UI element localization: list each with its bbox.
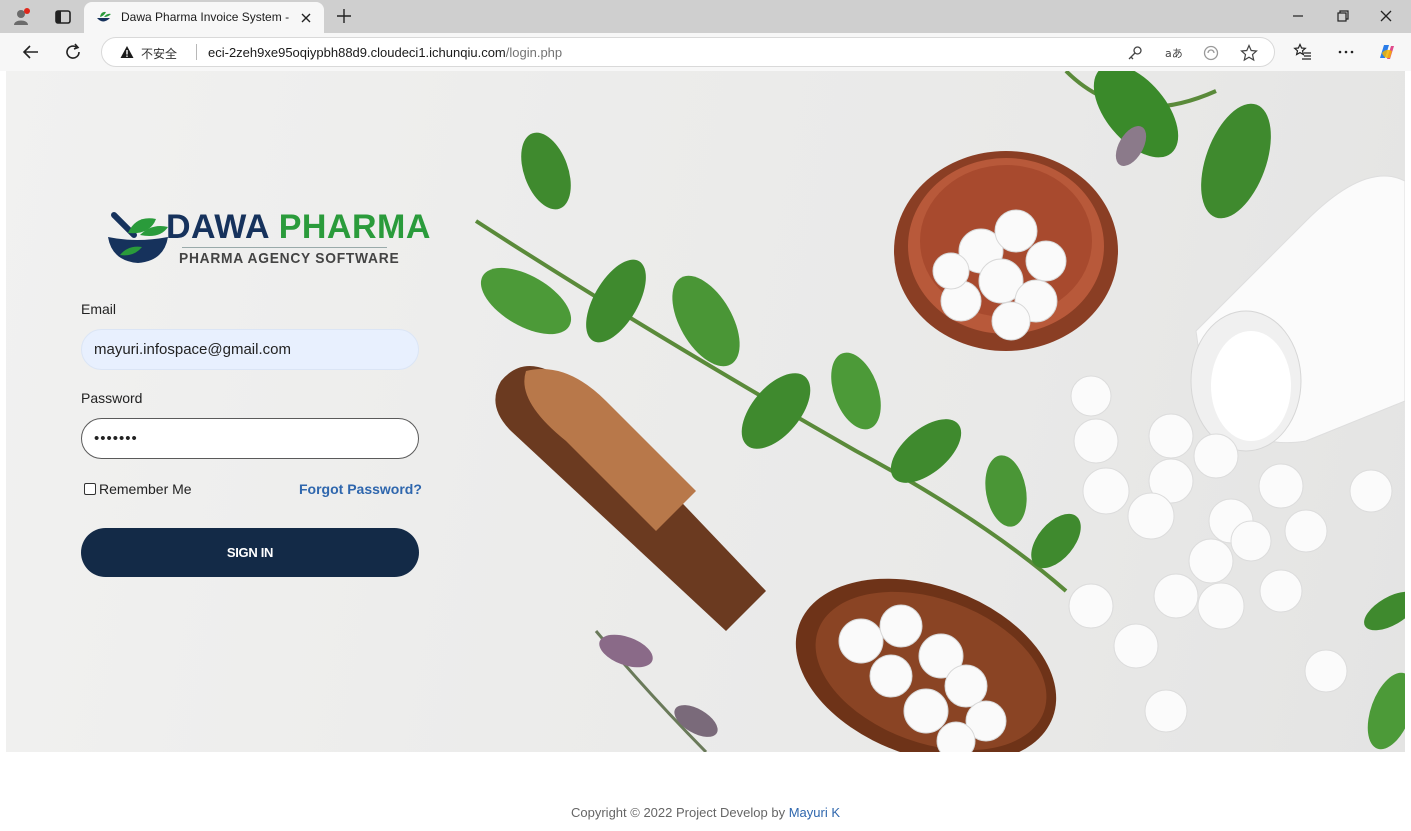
insecure-label[interactable]: 不安全 [141, 45, 177, 62]
email-label: Email [81, 301, 117, 317]
pharma-background-image [474, 71, 1405, 752]
read-aloud-icon[interactable] [1202, 44, 1220, 62]
refresh-icon[interactable] [63, 42, 83, 62]
copilot-icon[interactable] [1376, 42, 1396, 62]
browser-tab-bar: Dawa Pharma Invoice System - M [0, 0, 1411, 33]
tab-title: Dawa Pharma Invoice System - M [121, 10, 291, 24]
email-field[interactable] [81, 329, 419, 370]
close-tab-icon[interactable] [299, 11, 313, 25]
favorites-list-icon[interactable] [1293, 42, 1313, 62]
brand-name: DAWA PHARMA [166, 208, 431, 246]
separator [196, 44, 197, 60]
url-text: eci-2zeh9xe95oqiypbh88d9.cloudeci1.ichun… [208, 45, 563, 60]
dawa-pharma-logo: DAWA PHARMA PHARMA AGENCY SOFTWARE [106, 207, 430, 277]
remember-me[interactable]: Remember Me [84, 481, 192, 497]
browser-address-bar: 不安全 eci-2zeh9xe95oqiypbh88d9.cloudeci1.i… [0, 33, 1411, 71]
forgot-password-link[interactable]: Forgot Password? [299, 481, 422, 497]
password-label: Password [81, 390, 143, 406]
close-window-icon[interactable] [1376, 6, 1396, 26]
password-field[interactable] [81, 418, 419, 459]
page-viewport: DAWA PHARMA PHARMA AGENCY SOFTWARE Email… [6, 71, 1405, 831]
hero-background: DAWA PHARMA PHARMA AGENCY SOFTWARE Email… [6, 71, 1405, 752]
site-favicon-icon [97, 11, 111, 22]
sign-in-button[interactable]: SIGN IN [81, 528, 419, 577]
mortar-pestle-icon [108, 212, 168, 263]
translate-icon[interactable]: aあ [1164, 44, 1182, 62]
new-tab-icon[interactable] [334, 6, 354, 26]
profile-icon[interactable] [13, 8, 31, 26]
minimize-icon[interactable] [1288, 6, 1308, 26]
remember-me-label: Remember Me [99, 481, 192, 497]
svg-text:aあ: aあ [1165, 47, 1182, 60]
tab-actions-icon[interactable] [54, 8, 72, 26]
active-tab[interactable]: Dawa Pharma Invoice System - M [84, 2, 324, 33]
back-icon[interactable] [21, 42, 41, 62]
brand-tagline: PHARMA AGENCY SOFTWARE [179, 250, 400, 267]
page-footer: Copyright © 2022 Project Develop by Mayu… [6, 752, 1405, 831]
favorite-star-icon[interactable] [1240, 44, 1258, 62]
brand-divider [182, 247, 387, 248]
restore-icon[interactable] [1333, 6, 1353, 26]
key-icon[interactable] [1126, 44, 1144, 62]
remember-me-checkbox[interactable] [84, 483, 96, 495]
more-menu-icon[interactable] [1336, 42, 1356, 62]
warning-icon [120, 46, 134, 58]
copyright-text: Copyright © 2022 Project Develop by Mayu… [571, 805, 840, 820]
url-input[interactable]: 不安全 eci-2zeh9xe95oqiypbh88d9.cloudeci1.i… [101, 37, 1275, 67]
author-link[interactable]: Mayuri K [789, 805, 840, 820]
